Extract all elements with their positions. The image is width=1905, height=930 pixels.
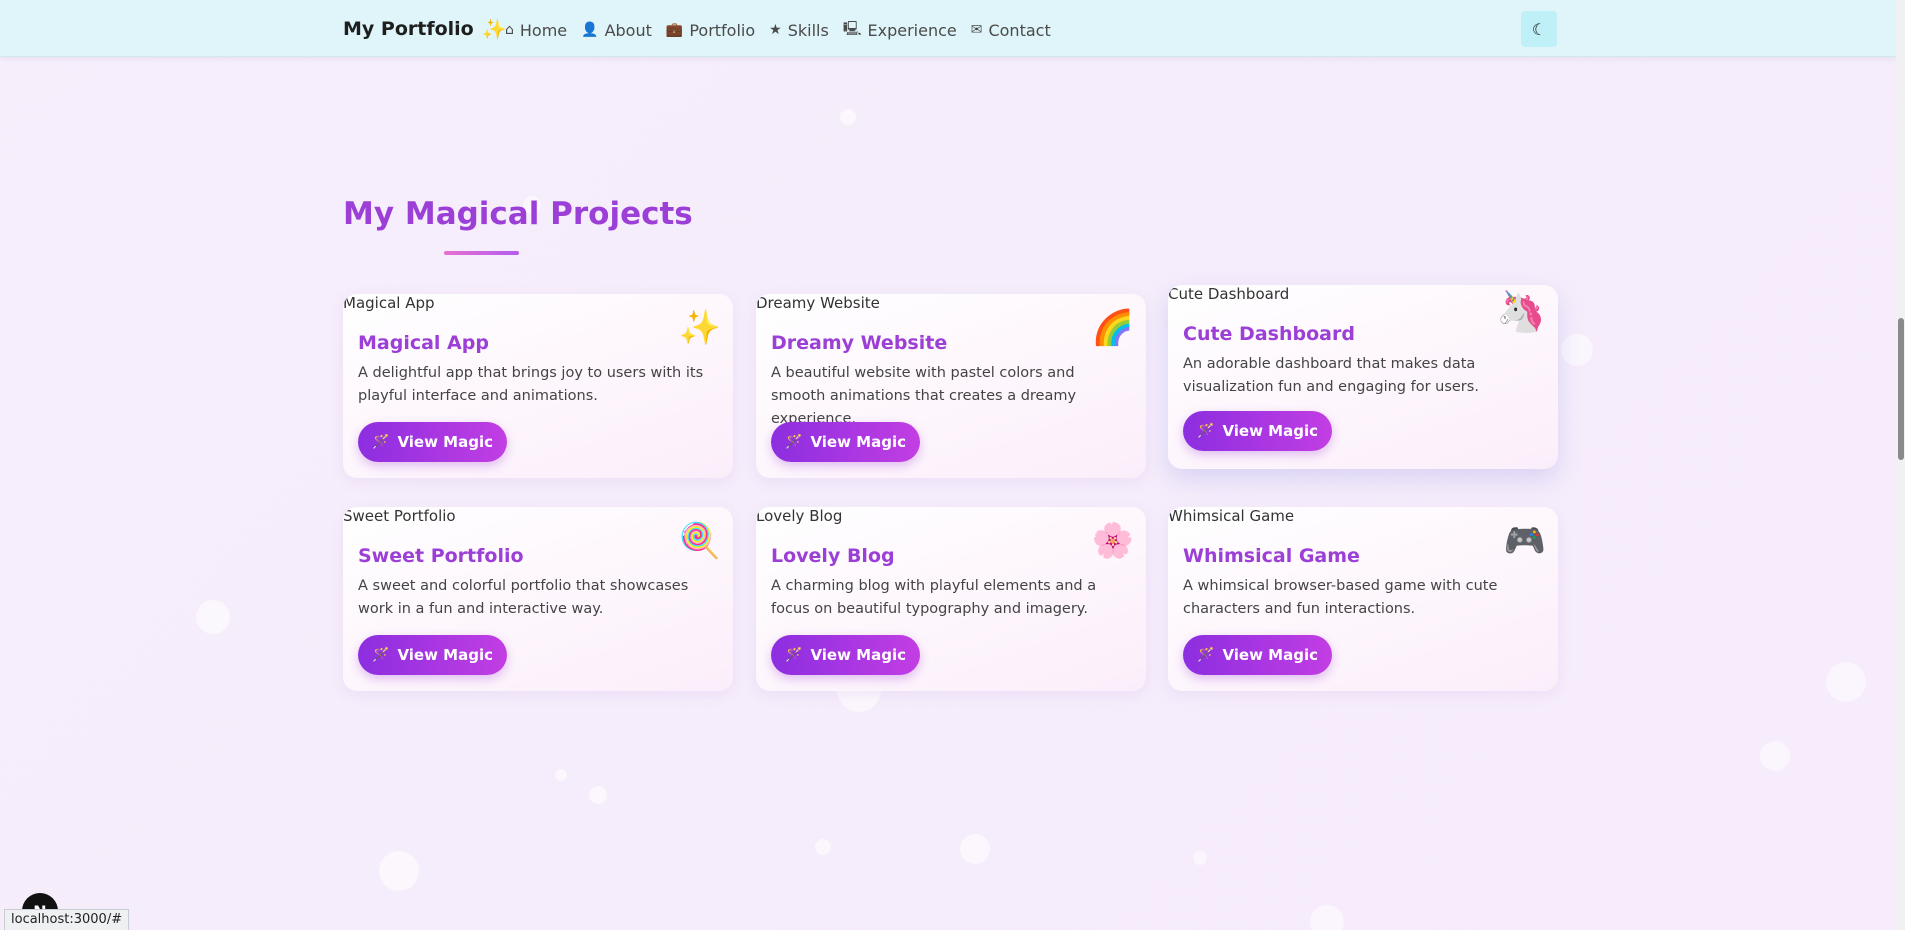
briefcase-icon: 💼: [665, 22, 684, 38]
project-title: Whimsical Game: [1183, 545, 1360, 567]
sparkles-icon: ✨: [481, 17, 507, 41]
project-card-cute-dashboard: Cute Dashboard 🦄 Cute Dashboard An adora…: [1168, 285, 1558, 469]
project-card-whimsical-game: Whimsical Game 🎮 Whimsical Game A whimsi…: [1168, 507, 1558, 691]
decorative-bubble: [815, 839, 831, 855]
decorative-bubble: [960, 834, 990, 864]
sparkles-icon: ✨: [678, 308, 721, 348]
theme-toggle-button[interactable]: ☾: [1521, 11, 1557, 47]
decorative-bubble: [196, 600, 230, 634]
scrollbar-track[interactable]: [1896, 0, 1905, 930]
status-bar-url: localhost:3000/#: [4, 909, 130, 930]
moon-icon: ☾: [1531, 19, 1547, 39]
decorative-bubble: [1561, 334, 1593, 366]
project-description: A delightful app that brings joy to user…: [358, 365, 704, 404]
rainbow-icon: 🌈: [1091, 308, 1134, 348]
game-controller-icon: 🎮: [1503, 521, 1546, 561]
nav-link-portfolio[interactable]: 💼 Portfolio: [666, 18, 755, 42]
view-magic-button[interactable]: 🪄 View Magic: [771, 422, 920, 462]
title-underline: [444, 251, 519, 255]
view-magic-label: View Magic: [397, 433, 493, 451]
nav-link-label: Skills: [787, 20, 829, 40]
nav-link-contact[interactable]: ✉ Contact: [971, 18, 1051, 42]
decorative-bubble: [555, 769, 567, 781]
project-image-alt: Sweet Portfolio: [343, 507, 456, 525]
view-magic-button[interactable]: 🪄 View Magic: [1183, 411, 1332, 451]
brand-label: My Portfolio: [343, 18, 474, 40]
navbar: My Portfolio ✨ ⌂ Home 👤 About 💼 Portfoli…: [0, 0, 1896, 57]
magic-wand-icon: 🪄: [785, 434, 803, 450]
brand[interactable]: My Portfolio ✨: [343, 17, 507, 41]
cherry-blossom-icon: 🌸: [1091, 521, 1134, 561]
view-magic-label: View Magic: [1222, 422, 1318, 440]
project-image-alt: Lovely Blog: [756, 507, 843, 525]
scrollbar-thumb[interactable]: [1898, 318, 1904, 460]
project-description: A beautiful website with pastel colors a…: [771, 365, 1077, 427]
magic-wand-icon: 🪄: [1197, 423, 1215, 439]
nav-link-label: About: [604, 20, 652, 40]
view-magic-label: View Magic: [397, 646, 493, 664]
project-title: Sweet Portfolio: [358, 545, 524, 567]
nav-link-home[interactable]: ⌂ Home: [505, 18, 567, 42]
nav-link-experience[interactable]: 🖳 Experience: [843, 18, 957, 42]
section-title: My Magical Projects: [343, 196, 693, 232]
project-card-magical-app: Magical App ✨ Magical App A delightful a…: [343, 294, 733, 478]
nav-link-skills[interactable]: ★ Skills: [769, 18, 829, 42]
project-description: A whimsical browser-based game with cute…: [1183, 578, 1498, 617]
star-icon: ★: [769, 22, 782, 38]
view-magic-button[interactable]: 🪄 View Magic: [1183, 635, 1332, 675]
view-magic-button[interactable]: 🪄 View Magic: [771, 635, 920, 675]
home-icon: ⌂: [505, 22, 514, 38]
project-card-dreamy-website: Dreamy Website 🌈 Dreamy Website A beauti…: [756, 294, 1146, 478]
project-description: A sweet and colorful portfolio that show…: [358, 578, 689, 617]
project-image-alt: Dreamy Website: [756, 294, 880, 312]
project-image-alt: Magical App: [343, 294, 435, 312]
project-description: An adorable dashboard that makes data vi…: [1183, 356, 1479, 395]
project-card-sweet-portfolio: Sweet Portfolio 🍭 Sweet Portfolio A swee…: [343, 507, 733, 691]
view-magic-label: View Magic: [1222, 646, 1318, 664]
decorative-bubble: [1760, 741, 1790, 771]
nav-link-label: Home: [519, 20, 568, 40]
decorative-bubble: [1826, 662, 1866, 702]
magic-wand-icon: 🪄: [1197, 647, 1215, 663]
project-title: Lovely Blog: [771, 545, 895, 567]
project-card-lovely-blog: Lovely Blog 🌸 Lovely Blog A charming blo…: [756, 507, 1146, 691]
view-magic-label: View Magic: [810, 646, 906, 664]
decorative-bubble: [840, 109, 856, 125]
lollipop-icon: 🍭: [678, 521, 721, 561]
project-image-alt: Cute Dashboard: [1168, 285, 1290, 303]
decorative-bubble: [1193, 851, 1207, 865]
view-magic-label: View Magic: [810, 433, 906, 451]
envelope-icon: ✉: [970, 22, 983, 38]
nav-link-label: Portfolio: [689, 20, 756, 40]
magic-wand-icon: 🪄: [372, 647, 390, 663]
nav-link-label: Contact: [988, 20, 1051, 40]
magic-wand-icon: 🪄: [372, 434, 390, 450]
project-description: A charming blog with playful elements an…: [771, 578, 1097, 617]
decorative-bubble: [379, 851, 419, 891]
project-title: Dreamy Website: [771, 332, 948, 354]
project-image-alt: Whimsical Game: [1168, 507, 1295, 525]
decorative-bubble: [1310, 905, 1344, 930]
nav-link-about[interactable]: 👤 About: [581, 18, 652, 42]
project-title: Cute Dashboard: [1183, 323, 1355, 345]
laptop-icon: 🖳: [842, 21, 862, 37]
nav-link-label: Experience: [867, 20, 957, 40]
view-magic-button[interactable]: 🪄 View Magic: [358, 635, 507, 675]
view-magic-button[interactable]: 🪄 View Magic: [358, 422, 507, 462]
nav-links: ⌂ Home 👤 About 💼 Portfolio ★ Skills 🖳 Ex…: [505, 18, 1051, 42]
magic-wand-icon: 🪄: [785, 647, 803, 663]
user-icon: 👤: [581, 22, 599, 38]
decorative-bubble: [589, 786, 607, 804]
unicorn-icon: 🦄: [1496, 289, 1546, 335]
project-title: Magical App: [358, 332, 489, 354]
